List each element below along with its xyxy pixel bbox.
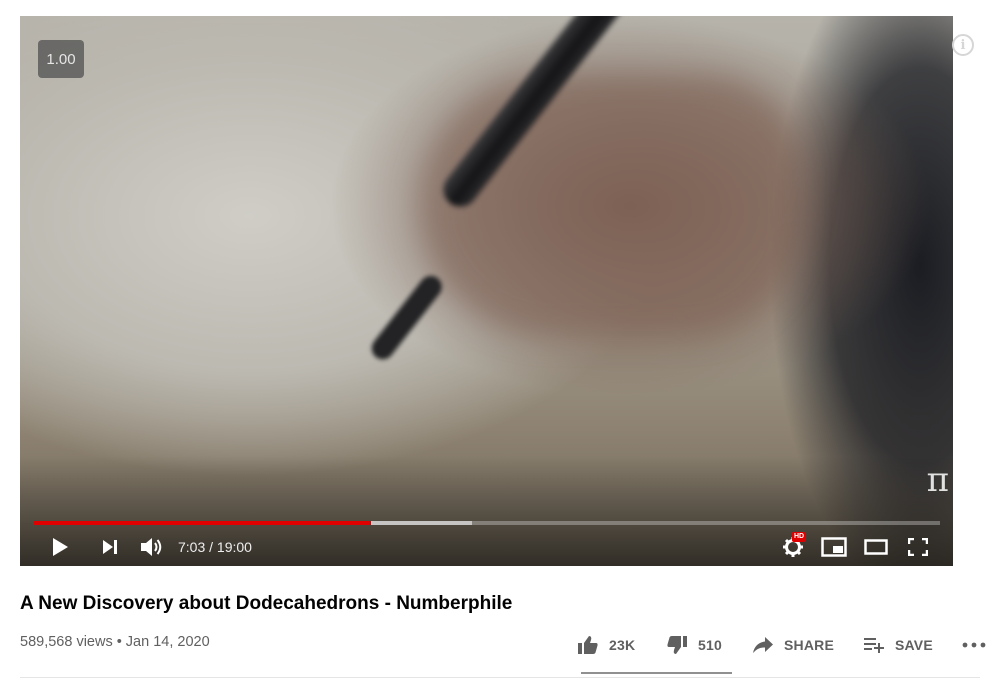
settings-button[interactable]: HD <box>780 529 807 565</box>
miniplayer-button[interactable] <box>820 529 848 565</box>
video-player[interactable]: 1.00 π 7:03 / 19:00 HD <box>20 16 953 566</box>
channel-watermark[interactable]: π <box>927 463 949 497</box>
video-actions: 23K 510 SHARE SAVE <box>0 628 1000 662</box>
more-actions-button[interactable] <box>962 628 986 662</box>
sentiment-bar <box>581 672 732 674</box>
fullscreen-icon <box>908 538 928 556</box>
next-button[interactable] <box>98 529 122 565</box>
playlist-add-icon <box>864 638 884 653</box>
thumb-down-icon <box>667 636 687 654</box>
time-separator: / <box>205 539 217 555</box>
time-display: 7:03 / 19:00 <box>178 529 252 565</box>
play-button[interactable] <box>48 529 72 565</box>
dislike-count: 510 <box>698 637 722 653</box>
theater-mode-button[interactable] <box>862 529 890 565</box>
save-label: SAVE <box>895 637 933 653</box>
share-arrow-icon <box>753 637 773 653</box>
like-count: 23K <box>609 637 636 653</box>
fullscreen-button[interactable] <box>905 529 931 565</box>
playback-speed-badge: 1.00 <box>38 40 84 78</box>
share-label: SHARE <box>784 637 835 653</box>
like-button[interactable]: 23K <box>577 628 635 662</box>
player-controls: 7:03 / 19:00 HD <box>20 529 953 565</box>
more-horizontal-icon <box>962 642 986 648</box>
watch-page: 1.00 π 7:03 / 19:00 HD i A New Discovery… <box>0 0 1000 679</box>
info-icon[interactable]: i <box>952 34 974 56</box>
volume-button[interactable] <box>138 529 164 565</box>
play-icon <box>53 538 68 556</box>
video-hand <box>420 76 800 336</box>
progress-bar[interactable] <box>34 521 940 525</box>
theater-mode-icon <box>864 539 888 555</box>
sentiment-bar-likes <box>581 672 732 674</box>
time-total: 19:00 <box>216 539 252 555</box>
volume-icon <box>141 538 162 556</box>
time-current: 7:03 <box>178 539 206 555</box>
divider <box>20 677 980 678</box>
save-button[interactable]: SAVE <box>863 628 933 662</box>
miniplayer-icon <box>821 537 847 557</box>
next-icon <box>103 540 117 554</box>
progress-played <box>34 521 372 525</box>
share-button[interactable]: SHARE <box>752 628 834 662</box>
thumb-up-icon <box>578 636 598 654</box>
dislike-button[interactable]: 510 <box>666 628 722 662</box>
video-title: A New Discovery about Dodecahedrons - Nu… <box>20 593 513 614</box>
hd-badge: HD <box>792 532 807 542</box>
